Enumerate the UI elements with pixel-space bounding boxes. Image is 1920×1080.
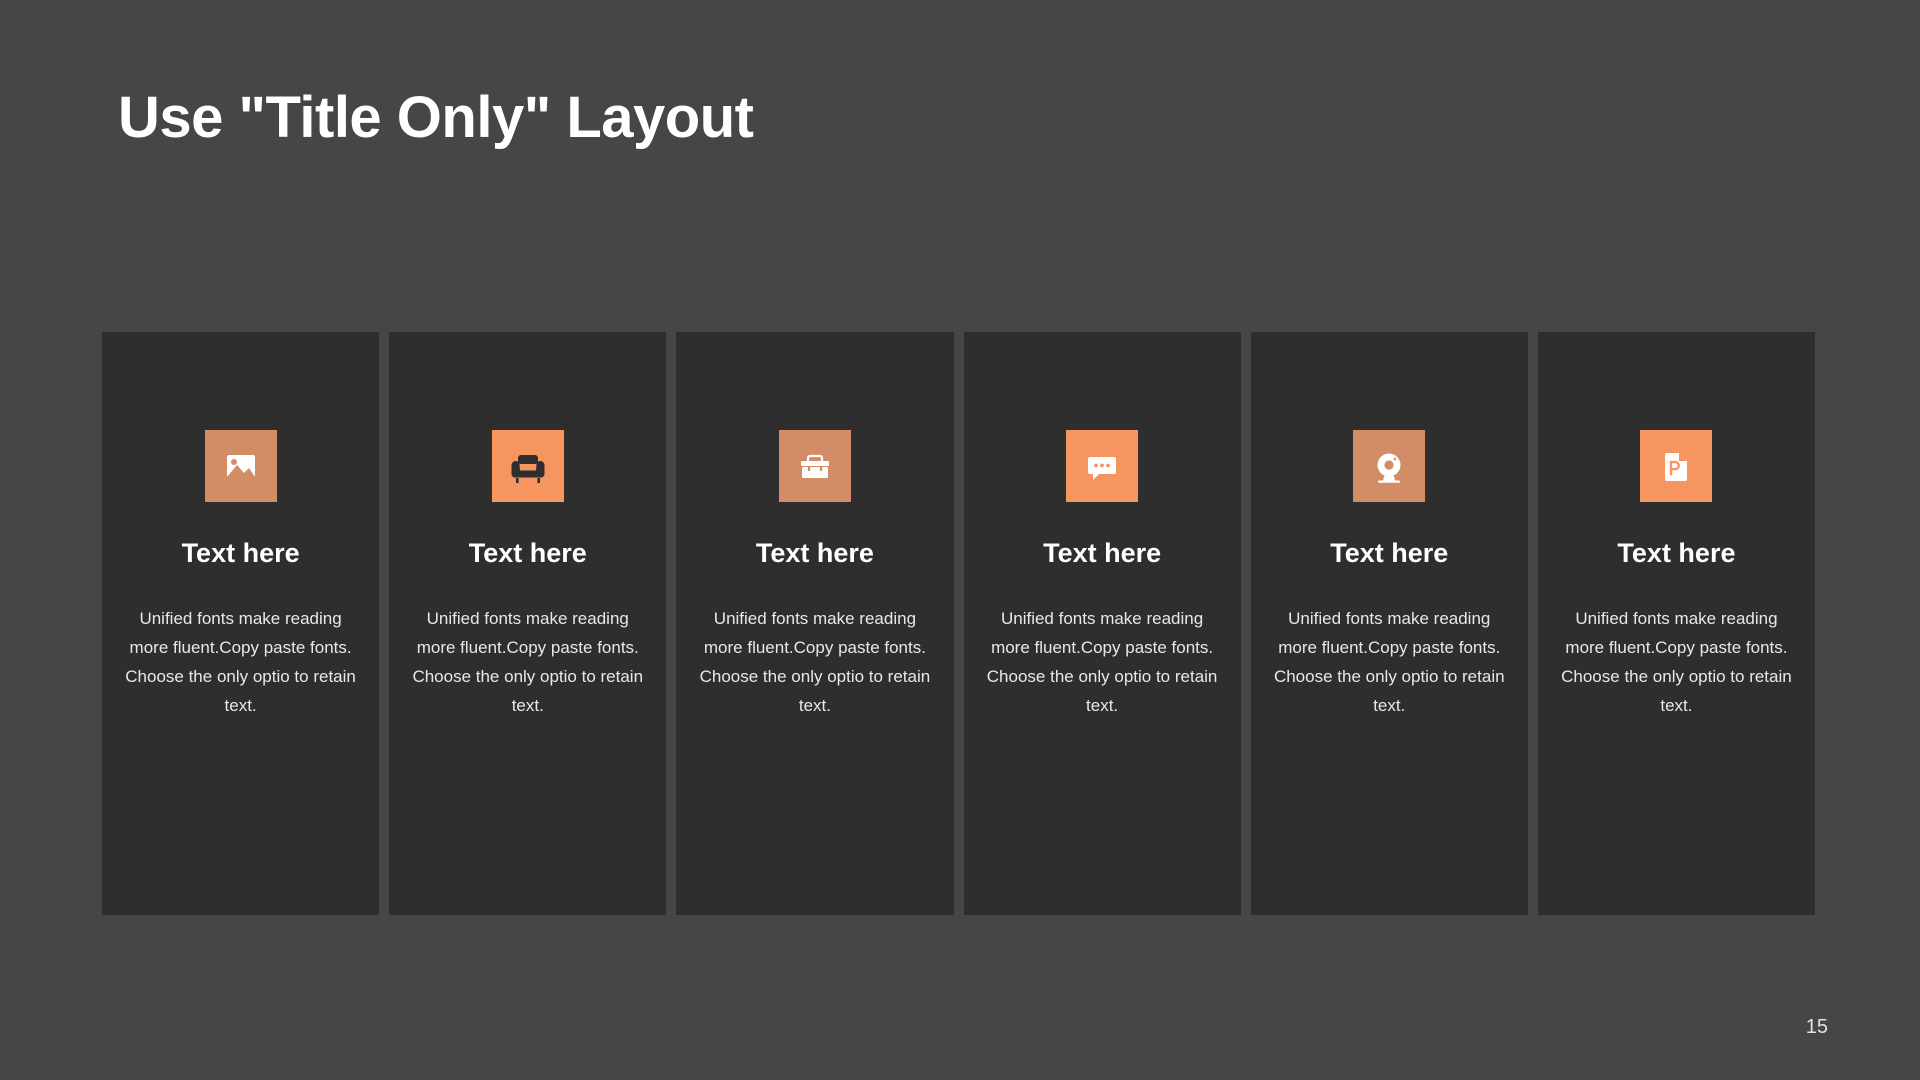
card-4-heading: Text here (1043, 538, 1162, 568)
card-2-body: Unified fonts make reading more fluent.C… (412, 608, 644, 716)
card-4-body: Unified fonts make reading more fluent.C… (986, 608, 1218, 716)
card-5[interactable]: Text here Unified fonts make reading mor… (1250, 332, 1528, 915)
page-title: Use "Title Only" Layout (118, 85, 754, 150)
chat-bubble-icon (1066, 430, 1139, 502)
card-3-body: Unified fonts make reading more fluent.C… (699, 608, 931, 716)
card-2-heading: Text here (468, 538, 587, 568)
card-3-heading: Text here (755, 538, 874, 568)
card-6-body: Unified fonts make reading more fluent.C… (1561, 608, 1792, 716)
slide-canvas: Use "Title Only" Layout Text here Unifie… (0, 0, 1920, 1080)
card-2-icon-tile (491, 430, 564, 502)
card-5-heading: Text here (1330, 538, 1449, 568)
card-1[interactable]: Text here Unified fonts make reading mor… (102, 332, 380, 915)
card-4[interactable]: Text here Unified fonts make reading mor… (963, 332, 1241, 915)
card-3-icon-tile (778, 430, 851, 502)
card-6-icon-tile (1640, 430, 1713, 502)
page-number: 15 (1805, 1016, 1828, 1038)
card-3[interactable]: Text here Unified fonts make reading mor… (676, 332, 954, 915)
card-1-body: Unified fonts make reading more fluent.C… (125, 608, 356, 716)
armchair-icon (491, 430, 564, 502)
card-6[interactable]: Text here Unified fonts make reading mor… (1537, 332, 1816, 915)
card-row: Text here Unified fonts make reading mor… (102, 332, 1816, 915)
powerpoint-file-icon (1640, 430, 1713, 502)
webcam-icon (1353, 430, 1426, 502)
card-1-heading: Text here (181, 538, 300, 568)
card-5-icon-tile (1353, 430, 1426, 502)
card-5-body: Unified fonts make reading more fluent.C… (1273, 608, 1505, 716)
card-6-heading: Text here (1617, 538, 1736, 568)
toolbox-icon (778, 430, 851, 502)
card-2[interactable]: Text here Unified fonts make reading mor… (389, 332, 667, 915)
card-4-icon-tile (1066, 430, 1139, 502)
card-1-icon-tile (204, 430, 277, 502)
image-icon (204, 430, 277, 502)
